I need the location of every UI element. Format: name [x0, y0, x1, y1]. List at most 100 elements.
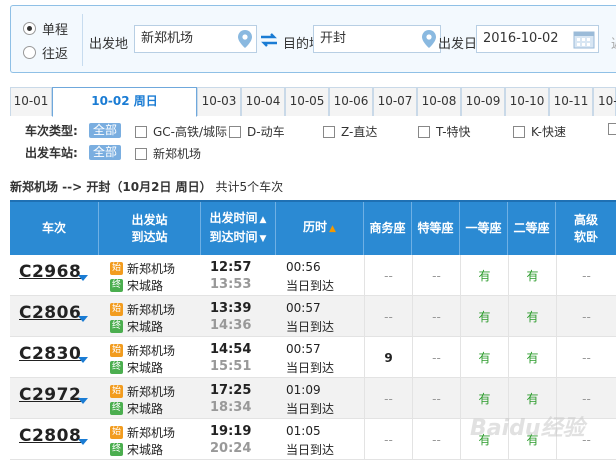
header-label: 软卧: [573, 229, 598, 244]
expand-stops-icon[interactable]: [78, 398, 88, 404]
sort-duration[interactable]: 历时 ▲: [303, 219, 336, 238]
expand-stops-icon[interactable]: [78, 275, 88, 281]
departure-time: 17:25: [210, 383, 252, 398]
swap-icon[interactable]: [259, 33, 279, 47]
train-type-filter: 车次类型: 全部: [25, 122, 122, 139]
location-pin-icon[interactable]: [238, 30, 252, 48]
sort-arrival[interactable]: 到达时间 ▼: [210, 229, 267, 248]
station-name: 新郑机场: [127, 303, 176, 317]
date-tab[interactable]: 10-06: [329, 87, 373, 116]
round-trip-radio[interactable]: 往返: [23, 43, 68, 62]
date-tab-active[interactable]: 10-02 周日: [52, 87, 197, 117]
calendar-icon[interactable]: [573, 29, 595, 49]
end-badge-icon: 终: [110, 443, 123, 456]
col-time[interactable]: 出发时间 ▲ 到达时间 ▼: [201, 202, 276, 255]
checkbox[interactable]: [135, 125, 147, 138]
checkbox[interactable]: [135, 147, 147, 160]
date-tab[interactable]: 10-05: [285, 87, 329, 116]
seat-availability-second[interactable]: 有: [508, 337, 556, 378]
train-number-link[interactable]: C2968: [19, 262, 81, 282]
date-tab[interactable]: 10-: [593, 87, 616, 116]
header-label: 一等座: [465, 221, 502, 235]
date-input[interactable]: 2016-10-02: [476, 25, 599, 53]
date-tab[interactable]: 10-01: [10, 87, 52, 116]
seat-availability-first[interactable]: 有: [460, 337, 508, 378]
from-input[interactable]: 新郑机场: [134, 25, 257, 53]
checkbox[interactable]: [229, 125, 241, 138]
station-name: 宋城路: [127, 443, 164, 457]
col-business: 商务座: [364, 202, 412, 255]
train-count: 共计5个车次: [215, 180, 284, 194]
seat-availability-first[interactable]: 有: [460, 296, 508, 337]
duration: 00:56: [286, 260, 321, 274]
filter-k[interactable]: K-快速: [513, 123, 566, 140]
departure-time: 12:57: [210, 260, 252, 275]
arrival-station: 终宋城路: [110, 277, 163, 294]
train-number-link[interactable]: C2806: [19, 303, 81, 323]
seat-availability-business[interactable]: 9: [364, 337, 412, 378]
date-tab[interactable]: 10-08: [417, 87, 461, 116]
location-pin-icon[interactable]: [422, 30, 436, 48]
col-premium: 特等座: [412, 202, 460, 255]
filter-station[interactable]: 新郑机场: [135, 145, 201, 162]
date-tab[interactable]: 10-07: [373, 87, 417, 116]
date-tab[interactable]: 10-04: [241, 87, 285, 116]
table-row[interactable]: C2968 始新郑机场终宋城路 12:57 13:53 00:56 当日到达 -- -- 有有 -…: [10, 255, 616, 296]
col-train: 车次: [10, 202, 99, 255]
checkbox[interactable]: [513, 125, 525, 138]
departure-station: 始新郑机场: [110, 301, 175, 318]
date-tab[interactable]: 10-03: [197, 87, 241, 116]
duration: 01:09: [286, 383, 321, 397]
checkbox[interactable]: [323, 125, 335, 138]
start-badge-icon: 始: [110, 385, 123, 398]
all-stations-button[interactable]: 全部: [89, 145, 122, 160]
filter-label: T-特快: [436, 125, 471, 139]
station-label: 出发车站:: [25, 146, 78, 160]
seat-availability-soft: --: [556, 337, 616, 378]
all-types-button[interactable]: 全部: [89, 123, 122, 138]
start-badge-icon: 始: [110, 303, 123, 316]
expand-stops-icon[interactable]: [78, 357, 88, 363]
one-way-radio[interactable]: 单程: [23, 19, 68, 38]
date-tab[interactable]: 10-10: [505, 87, 549, 116]
station-name: 宋城路: [127, 402, 164, 416]
seat-availability-first[interactable]: 有: [460, 255, 508, 296]
checkbox[interactable]: [418, 125, 430, 138]
filter-label: 新郑机场: [153, 147, 202, 161]
expand-stops-icon[interactable]: [78, 316, 88, 322]
sort-departure[interactable]: 出发时间 ▲: [210, 210, 267, 229]
sort-down-icon[interactable]: ▼: [260, 234, 267, 244]
date-tab[interactable]: 10-11: [549, 87, 593, 116]
train-number-link[interactable]: C2830: [19, 344, 81, 364]
arrival-note: 当日到达: [286, 320, 335, 334]
start-badge-icon: 始: [110, 344, 123, 357]
train-number-link[interactable]: C2972: [19, 385, 81, 405]
departure-station: 始新郑机场: [110, 260, 175, 277]
departure-station: 始新郑机场: [110, 342, 175, 359]
table-row[interactable]: C2830 始新郑机场终宋城路 14:54 15:51 00:57 当日到达 9 -- 有有 --: [10, 337, 616, 378]
arrival-note: 当日到达: [286, 402, 335, 416]
header-label: 到达站: [131, 229, 168, 244]
filter-more[interactable]: [608, 123, 616, 135]
filter-gc[interactable]: GC-高铁/城际: [135, 123, 227, 140]
seat-availability-second[interactable]: 有: [508, 296, 556, 337]
to-input[interactable]: 开封: [313, 25, 441, 53]
filter-d[interactable]: D-动车: [229, 123, 285, 140]
sort-up-icon[interactable]: ▲: [260, 215, 267, 225]
table-row[interactable]: C2806 始新郑机场终宋城路 13:39 14:36 00:57 当日到达 -- -- 有有 -…: [10, 296, 616, 337]
seat-availability-premium: --: [412, 419, 460, 460]
filter-z[interactable]: Z-直达: [323, 123, 377, 140]
seat-availability-second[interactable]: 有: [508, 255, 556, 296]
departure-time: 13:39: [210, 301, 252, 316]
station-name: 新郑机场: [127, 426, 176, 440]
station-name: 新郑机场: [127, 385, 176, 399]
train-number-link[interactable]: C2808: [19, 426, 81, 446]
col-duration[interactable]: 历时 ▲: [276, 202, 364, 255]
station-name: 宋城路: [127, 279, 164, 293]
date-tab[interactable]: 10-09: [461, 87, 505, 116]
expand-stops-icon[interactable]: [78, 439, 88, 445]
table-header: 车次 出发站 到达站 出发时间 ▲ 到达时间 ▼ 历时 ▲ 商务座 特等座 一等座 二…: [10, 200, 616, 255]
filter-t[interactable]: T-特快: [418, 123, 471, 140]
checkbox[interactable]: [608, 123, 616, 135]
sort-up-icon[interactable]: ▲: [329, 224, 336, 234]
